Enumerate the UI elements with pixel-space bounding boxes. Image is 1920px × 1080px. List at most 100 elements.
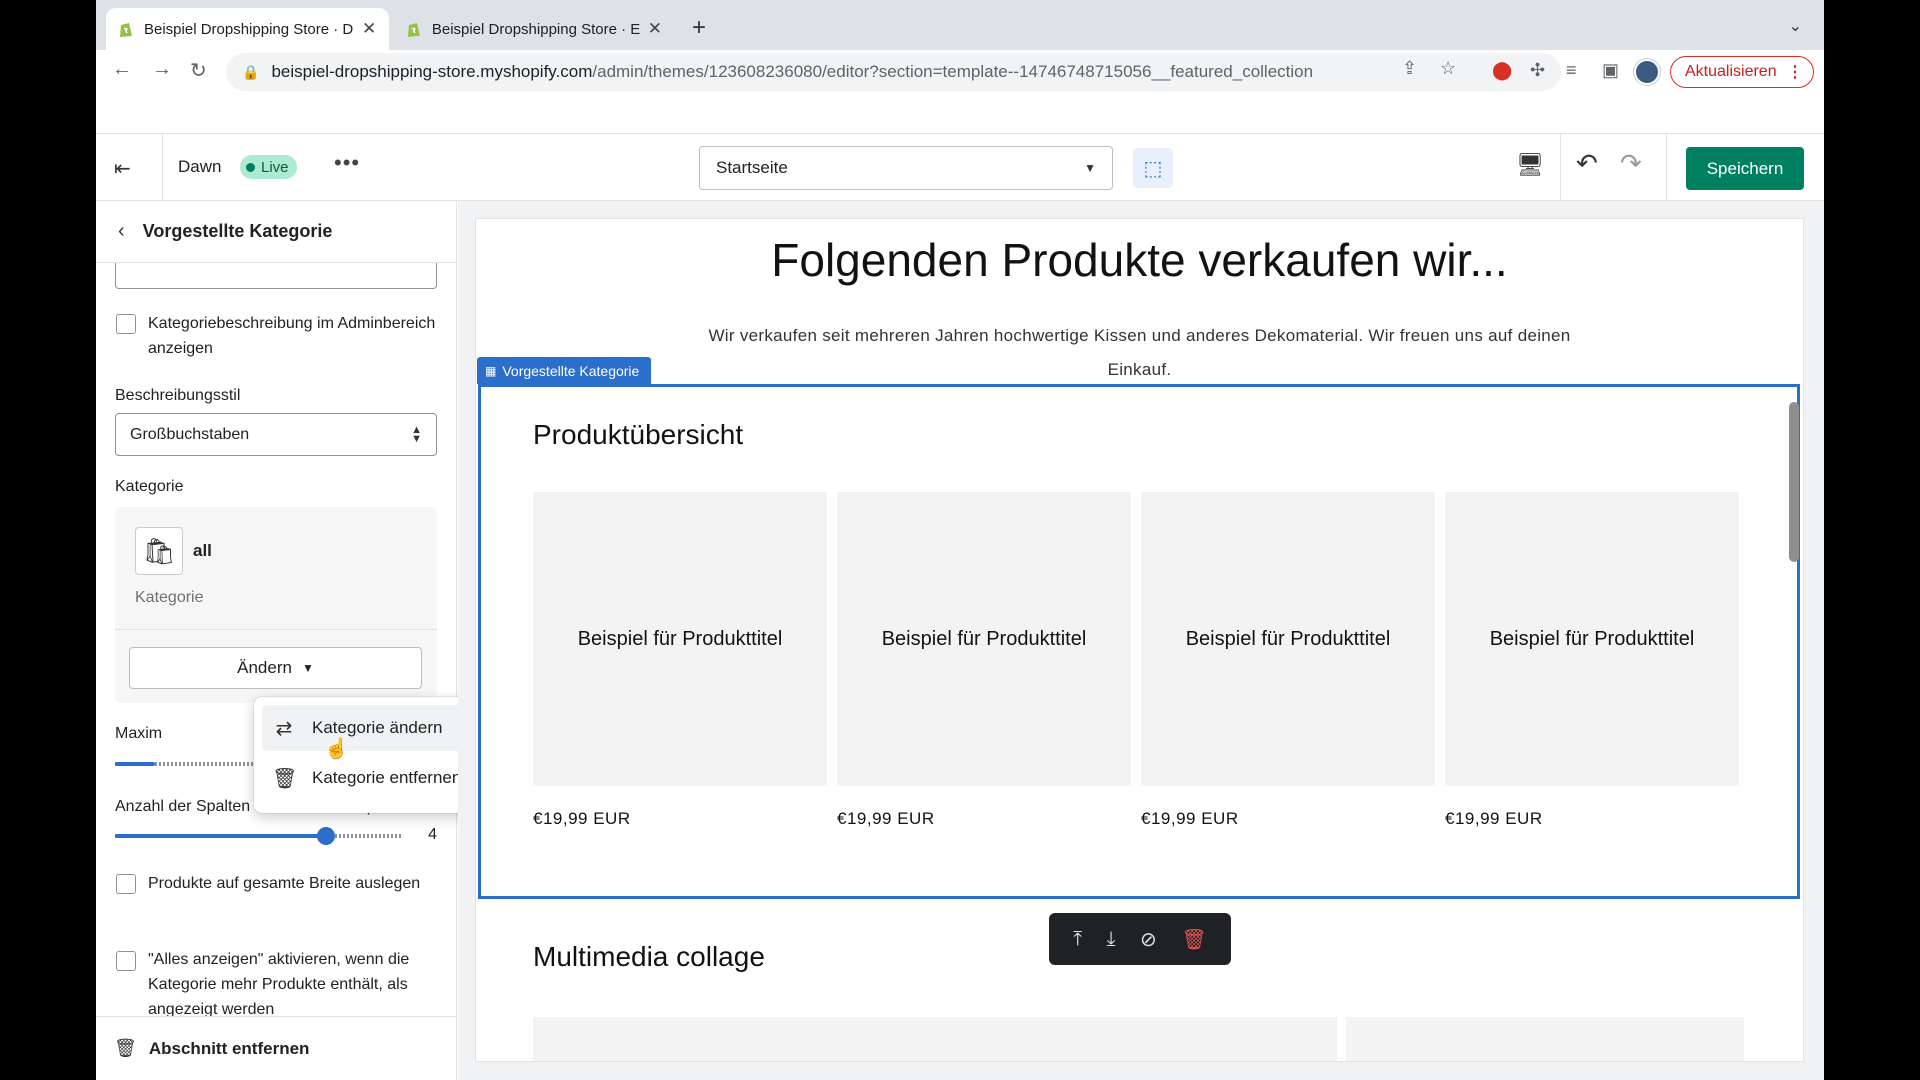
columns-value: 4 bbox=[428, 826, 437, 843]
theme-name: Dawn bbox=[178, 157, 222, 176]
puzzle-icon[interactable]: ✣ bbox=[1530, 60, 1545, 81]
product-title: Beispiel für Produkttitel bbox=[1185, 627, 1391, 650]
section-tag-label: Vorgestellte Kategorie bbox=[502, 362, 640, 379]
opera-extension-icon[interactable]: ⬤ bbox=[1492, 60, 1512, 81]
shopify-icon bbox=[120, 23, 132, 37]
delete-icon[interactable]: 🗑 bbox=[1181, 927, 1206, 952]
move-down-icon[interactable]: ⤓ bbox=[1107, 928, 1116, 951]
lock-icon: 🔒 bbox=[242, 63, 260, 80]
shopify-icon bbox=[407, 23, 420, 37]
section-toolbar: ⤒ ⤓ ⊘ 🗑 bbox=[1049, 913, 1231, 965]
text-input[interactable] bbox=[115, 263, 437, 289]
grid-icon: ▦ bbox=[485, 363, 497, 378]
max-products-label: Maxim bbox=[115, 725, 163, 742]
media-placeholder bbox=[533, 1017, 1337, 1061]
chevron-left-icon[interactable]: ‹ bbox=[118, 220, 125, 243]
status-badge: Live bbox=[240, 155, 297, 179]
checkbox-view-all-label: "Alles anzeigen" aktivieren, wenn die Ka… bbox=[148, 951, 410, 1018]
caret-down-icon: ▼ bbox=[1084, 161, 1096, 175]
checkbox-full-width-label: Produkte auf gesamte Breite auslegen bbox=[148, 875, 421, 892]
avatar[interactable] bbox=[1634, 59, 1660, 85]
url-host: beispiel-dropshipping-store.myshopify.co… bbox=[271, 62, 593, 81]
reload-icon[interactable]: ↻ bbox=[190, 58, 207, 83]
checkbox-description-label: Kategoriebeschreibung im Adminbereich an… bbox=[148, 315, 436, 357]
tab-title: Beispiel Dropshipping Store · E bbox=[431, 20, 640, 38]
remove-section-button[interactable]: 🗑 Abschnitt entfernen bbox=[96, 1016, 456, 1080]
share-icon[interactable]: ⇪ bbox=[1402, 58, 1417, 79]
product-card[interactable]: Beispiel für Produkttitel bbox=[1141, 492, 1435, 786]
product-title: Beispiel für Produkttitel bbox=[577, 627, 783, 650]
save-button[interactable]: Speichern bbox=[1686, 147, 1804, 190]
preview-scrollbar[interactable] bbox=[1789, 402, 1799, 562]
live-dot-icon bbox=[246, 162, 255, 172]
exit-icon[interactable]: ⇤ bbox=[114, 156, 131, 181]
category-label: Kategorie bbox=[115, 478, 184, 495]
page-select[interactable]: Startseite ▼ bbox=[699, 146, 1113, 190]
checkbox-full-width[interactable] bbox=[116, 874, 136, 894]
category-name: all bbox=[193, 541, 212, 560]
browser-tab[interactable]: Beispiel Dropshipping Store · E ✕ bbox=[394, 8, 674, 50]
close-tab-icon[interactable]: ✕ bbox=[362, 19, 376, 39]
description-style-select[interactable]: Großbuchstaben ▲ ▼ bbox=[115, 413, 437, 456]
update-button[interactable]: Aktualisieren ⋮ bbox=[1670, 56, 1814, 88]
menu-item-label: Kategorie entfernen bbox=[312, 768, 462, 787]
settings-sidebar: ‹ Vorgestellte Kategorie Kategoriebeschr… bbox=[96, 201, 457, 1080]
category-type: Kategorie bbox=[135, 589, 204, 606]
product-card[interactable]: Beispiel für Produkttitel bbox=[837, 492, 1131, 786]
checkbox-description[interactable] bbox=[116, 314, 136, 334]
next-section-title: Multimedia collage bbox=[533, 941, 765, 972]
sidebar-header: ‹ Vorgestellte Kategorie bbox=[96, 201, 456, 263]
sidebar-icon[interactable]: ▣ bbox=[1602, 60, 1619, 81]
hide-icon[interactable]: ⊘ bbox=[1140, 927, 1157, 952]
product-card[interactable]: Beispiel für Produkttitel bbox=[533, 492, 827, 786]
divider bbox=[1666, 134, 1667, 201]
slider-thumb[interactable] bbox=[317, 827, 335, 845]
screen: Beispiel Dropshipping Store · D ✕ Beispi… bbox=[96, 0, 1824, 1080]
slider-fill bbox=[115, 834, 325, 838]
collection-title: Produktübersicht bbox=[533, 419, 744, 450]
address-bar[interactable]: 🔒 beispiel-dropshipping-store.myshopify.… bbox=[226, 53, 1561, 91]
browser-tab-active[interactable]: Beispiel Dropshipping Store · D ✕ bbox=[106, 8, 389, 50]
divider bbox=[1560, 134, 1561, 201]
change-button[interactable]: Ändern ▼ bbox=[129, 647, 422, 689]
change-category-menu: ⇄ Kategorie ändern 🗑 Kategorie entfernen bbox=[254, 697, 490, 813]
trash-icon: 🗑 bbox=[114, 1038, 137, 1058]
product-price: €19,99 EUR bbox=[1445, 809, 1543, 828]
checkbox-view-all[interactable] bbox=[116, 951, 136, 971]
menu-item-label: Kategorie ändern bbox=[312, 718, 443, 737]
move-up-icon[interactable]: ⤒ bbox=[1073, 928, 1082, 951]
chevron-down-icon[interactable]: ⌄ bbox=[1789, 16, 1802, 36]
slider-fill bbox=[115, 762, 155, 766]
collection-icon: 🛍 bbox=[135, 527, 183, 575]
section-tag: ▦ Vorgestellte Kategorie bbox=[477, 357, 652, 384]
tab-title: Beispiel Dropshipping Store · D bbox=[144, 20, 354, 38]
close-tab-icon[interactable]: ✕ bbox=[648, 19, 662, 39]
browser-toolbar: ← → ↻ 🔒 beispiel-dropshipping-store.mysh… bbox=[96, 50, 1824, 94]
hand-cursor-icon: ☝ bbox=[324, 738, 349, 760]
category-card: 🛍 all Kategorie Ändern ▼ bbox=[115, 507, 437, 703]
menu-item-remove-category[interactable]: 🗑 Kategorie entfernen bbox=[262, 755, 482, 801]
url-path: /admin/themes/123608236080/editor?sectio… bbox=[592, 62, 1314, 81]
redo-icon[interactable]: ↷ bbox=[1620, 148, 1642, 179]
forward-arrow-icon[interactable]: → bbox=[152, 58, 172, 81]
menu-item-change-category[interactable]: ⇄ Kategorie ändern bbox=[262, 705, 482, 751]
change-button-label: Ändern bbox=[237, 658, 292, 677]
select-arrows-icon: ▲ ▼ bbox=[411, 423, 422, 445]
media-icon[interactable]: ≡ bbox=[1566, 60, 1577, 81]
new-tab-icon[interactable]: + bbox=[692, 14, 706, 42]
update-label: Aktualisieren bbox=[1685, 63, 1777, 80]
desktop-icon[interactable]: 🖥 bbox=[1516, 152, 1544, 178]
inspector-icon[interactable]: ⬚ bbox=[1133, 148, 1173, 188]
more-icon[interactable]: ••• bbox=[334, 150, 360, 176]
back-arrow-icon[interactable]: ← bbox=[112, 58, 132, 81]
product-price: €19,99 EUR bbox=[533, 809, 631, 828]
columns-slider[interactable]: 4 bbox=[115, 824, 437, 848]
style-select-value: Großbuchstaben bbox=[130, 425, 250, 443]
media-placeholder bbox=[1346, 1017, 1744, 1061]
style-label: Beschreibungsstil bbox=[115, 387, 241, 404]
star-icon[interactable]: ☆ bbox=[1440, 58, 1456, 79]
product-card[interactable]: Beispiel für Produkttitel bbox=[1445, 492, 1739, 786]
product-title: Beispiel für Produkttitel bbox=[1489, 627, 1695, 650]
undo-icon[interactable]: ↶ bbox=[1576, 148, 1598, 179]
caret-down-icon: ▼ bbox=[301, 661, 314, 675]
